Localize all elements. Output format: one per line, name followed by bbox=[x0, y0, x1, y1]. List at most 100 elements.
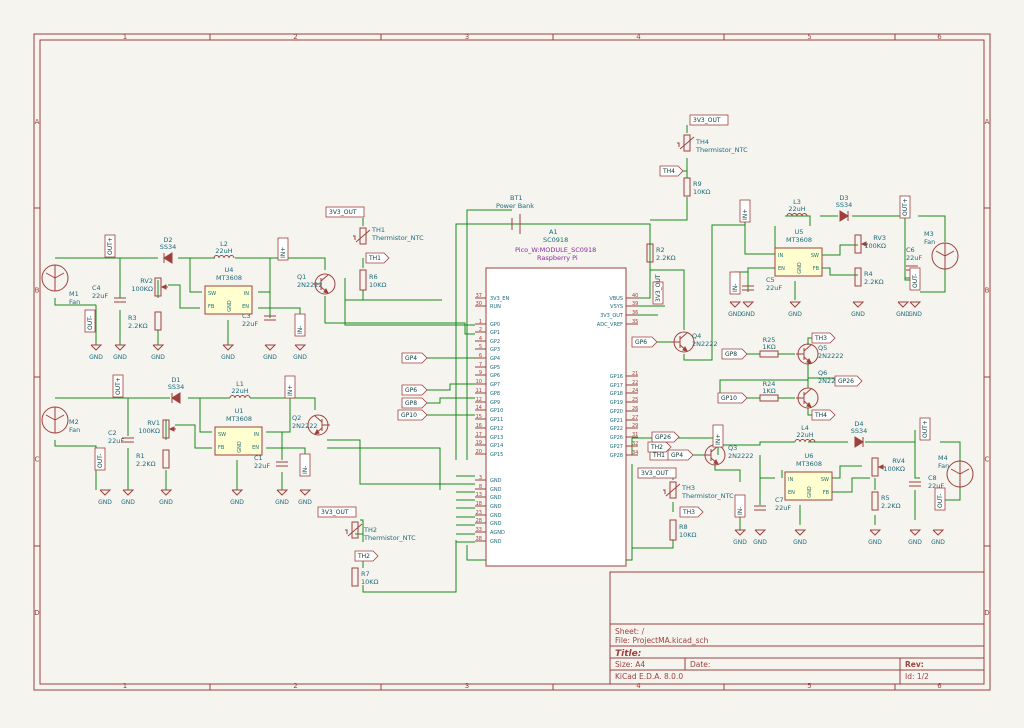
transistor-q2-value: 2N2222 bbox=[292, 422, 318, 430]
res-r24[interactable]: R241KΩ bbox=[759, 380, 779, 402]
diode-d3[interactable]: D3SS34 bbox=[836, 194, 853, 222]
label-gp4-q3[interactable]: GP4 bbox=[667, 449, 694, 461]
label-3v3-th1[interactable]: 3V3_OUT bbox=[325, 206, 365, 218]
label-th4-q6[interactable]: TH4 bbox=[811, 409, 836, 421]
label-gp26-q6[interactable]: GP26 bbox=[834, 375, 863, 387]
transistor-q6[interactable]: Q62N2222 bbox=[796, 369, 844, 409]
label-gp6-q4[interactable]: GP6 bbox=[631, 336, 658, 348]
label-gp6[interactable]: GP6 bbox=[401, 384, 428, 396]
label-gp10-r24[interactable]: GP10 bbox=[717, 392, 748, 404]
res-r5[interactable]: R52.2KΩ bbox=[871, 491, 901, 511]
transistor-q3[interactable]: Q32N2222 bbox=[703, 444, 754, 466]
label-out-plus-m1[interactable]: OUT+ bbox=[104, 234, 116, 258]
label-in-plus-u1[interactable]: IN+ bbox=[284, 375, 296, 399]
thermistor-th4[interactable]: TH4Thermistor_NTC bbox=[677, 134, 748, 154]
chip-u5[interactable]: U5MT3608 IN SW EN FB GND bbox=[774, 228, 823, 277]
label-3v3-th3[interactable]: 3V3_OUT bbox=[637, 467, 677, 479]
transistor-q2[interactable]: Q22N2222 bbox=[292, 414, 330, 436]
cap-c4[interactable]: C422uF bbox=[92, 284, 126, 303]
label-3v3-th2[interactable]: 3V3_OUT bbox=[317, 506, 357, 518]
pot-rv3-value: 100KΩ bbox=[864, 242, 886, 250]
label-in-minus-u6[interactable]: IN- bbox=[734, 494, 746, 518]
res-r3[interactable]: R32.2KΩ bbox=[128, 311, 162, 331]
label-th2[interactable]: TH2 bbox=[354, 550, 379, 562]
label-out-minus-m2[interactable]: OUT- bbox=[94, 447, 106, 471]
label-gp4[interactable]: GP4 bbox=[401, 352, 428, 364]
diode-d4[interactable]: D4SS34 bbox=[851, 420, 868, 448]
res-r8[interactable]: R810KΩ bbox=[669, 519, 697, 541]
cap-c1[interactable]: C122uF bbox=[254, 454, 288, 470]
label-in-minus-u1[interactable]: IN- bbox=[299, 453, 311, 477]
label-out-minus-m4[interactable]: OUT- bbox=[934, 487, 946, 511]
fan-m1[interactable]: M1Fan bbox=[41, 264, 80, 306]
cap-c3-value: 22uF bbox=[242, 320, 258, 328]
diode-d1[interactable]: D1SS34 bbox=[168, 376, 185, 404]
label-out-plus-m4[interactable]: OUT+ bbox=[919, 417, 931, 441]
inductor-l3[interactable]: L322uH bbox=[786, 198, 808, 217]
chip-u1[interactable]: U1MT3608 SW IN FB EN GND bbox=[214, 407, 263, 456]
res-r9[interactable]: R910KΩ bbox=[683, 177, 711, 197]
label-out-minus-m1[interactable]: OUT- bbox=[84, 309, 96, 333]
label-in-minus-u4[interactable]: IN- bbox=[294, 313, 306, 337]
label-out-plus-m2[interactable]: OUT+ bbox=[112, 374, 124, 398]
fan-m2[interactable]: M2Fan bbox=[41, 406, 80, 434]
chip-u4-pin-en: EN bbox=[242, 304, 249, 310]
res-r25[interactable]: R251KΩ bbox=[759, 336, 779, 358]
chip-u1-pin-fb: FB bbox=[218, 445, 225, 451]
gnd-symbol-10: GND bbox=[275, 489, 289, 506]
label-gp8-r25[interactable]: GP8 bbox=[721, 348, 748, 360]
label-in-minus-u5[interactable]: IN- bbox=[729, 271, 741, 295]
label-th2-pico[interactable]: TH2 bbox=[647, 441, 672, 453]
label-3v3-pico[interactable]: 3V3_OUT bbox=[652, 274, 664, 305]
thermistor-th1[interactable]: TH1Thermistor_NTC bbox=[353, 226, 424, 245]
pot-rv4[interactable]: RV4100KΩ bbox=[871, 457, 905, 477]
cap-c6[interactable]: C622uF bbox=[906, 246, 922, 271]
label-gp8[interactable]: GP8 bbox=[401, 397, 428, 409]
label-3v3-th4[interactable]: 3V3_OUT bbox=[689, 114, 729, 126]
transistor-q4[interactable]: Q42N2222 bbox=[672, 331, 718, 353]
pico-module[interactable]: A1 SC0918 Pico_W:MODULE_SC0918 Raspberry… bbox=[475, 228, 638, 567]
label-th1[interactable]: TH1 bbox=[365, 252, 390, 264]
res-r7-value: 10KΩ bbox=[361, 578, 379, 586]
res-r2[interactable]: R22.2KΩ bbox=[646, 243, 676, 263]
thermistor-th3[interactable]: TH3Thermistor_NTC bbox=[663, 481, 734, 500]
thermistor-th2-ref: TH2 bbox=[363, 526, 377, 534]
fan-m3[interactable]: M3Fan bbox=[924, 230, 959, 270]
label-in-plus-u4[interactable]: IN+ bbox=[277, 237, 289, 261]
res-r6[interactable]: R610KΩ bbox=[359, 269, 387, 291]
chip-u1-pin-sw: SW bbox=[218, 432, 226, 438]
gnd-text: GND bbox=[908, 539, 922, 546]
diode-d2[interactable]: D2SS34 bbox=[160, 236, 177, 264]
inductor-l4[interactable]: L422uH bbox=[794, 424, 816, 443]
cap-c2[interactable]: C222uF bbox=[108, 429, 134, 445]
pot-rv1[interactable]: RV1100KΩ bbox=[138, 419, 176, 439]
label-out-plus-m3[interactable]: OUT+ bbox=[899, 195, 911, 219]
gnd-text: GND bbox=[113, 354, 127, 361]
label-in-plus-u6[interactable]: IN+ bbox=[712, 424, 724, 448]
label-th4[interactable]: TH4 bbox=[659, 165, 684, 177]
battery-bt1[interactable]: BT1 Power Bank bbox=[496, 194, 534, 234]
res-r4[interactable]: R42.2KΩ bbox=[854, 267, 884, 287]
inductor-l1[interactable]: L122uH bbox=[229, 380, 251, 399]
chip-u4[interactable]: U4MT3608 SW IN FB EN GND bbox=[204, 266, 253, 315]
label-gp26-pico[interactable]: GP26 bbox=[651, 431, 680, 443]
res-r1[interactable]: R12.2KΩ bbox=[136, 449, 170, 469]
res-r7[interactable]: R710KΩ bbox=[351, 567, 379, 587]
label-out-minus-m3[interactable]: OUT- bbox=[909, 267, 921, 291]
pot-rv3[interactable]: RV3100KΩ bbox=[854, 234, 886, 254]
pot-rv2[interactable]: RV2100KΩ bbox=[131, 277, 168, 297]
label-th3[interactable]: TH3 bbox=[679, 506, 704, 518]
label-th3-q5-text: TH3 bbox=[814, 335, 827, 342]
thermistor-th2[interactable]: TH2Thermistor_NTC bbox=[345, 521, 416, 542]
label-gp10[interactable]: GP10 bbox=[397, 409, 428, 421]
thermistor-th3-ref: TH3 bbox=[681, 484, 695, 492]
gnd-symbol-3: GND bbox=[221, 344, 235, 361]
label-in-plus-u5[interactable]: IN+ bbox=[739, 199, 751, 223]
transistor-q5[interactable]: Q52N2222 bbox=[796, 343, 844, 365]
chip-u6[interactable]: U6MT3608 IN SW EN FB GND bbox=[784, 452, 833, 501]
inductor-l2[interactable]: L222uH bbox=[213, 240, 235, 259]
label-th3-q5[interactable]: TH3 bbox=[811, 332, 836, 344]
chip-u4-pin-sw: SW bbox=[208, 291, 216, 297]
transistor-q1[interactable]: Q12N2222 bbox=[297, 273, 336, 295]
cap-c3[interactable]: C322uF bbox=[242, 312, 276, 328]
